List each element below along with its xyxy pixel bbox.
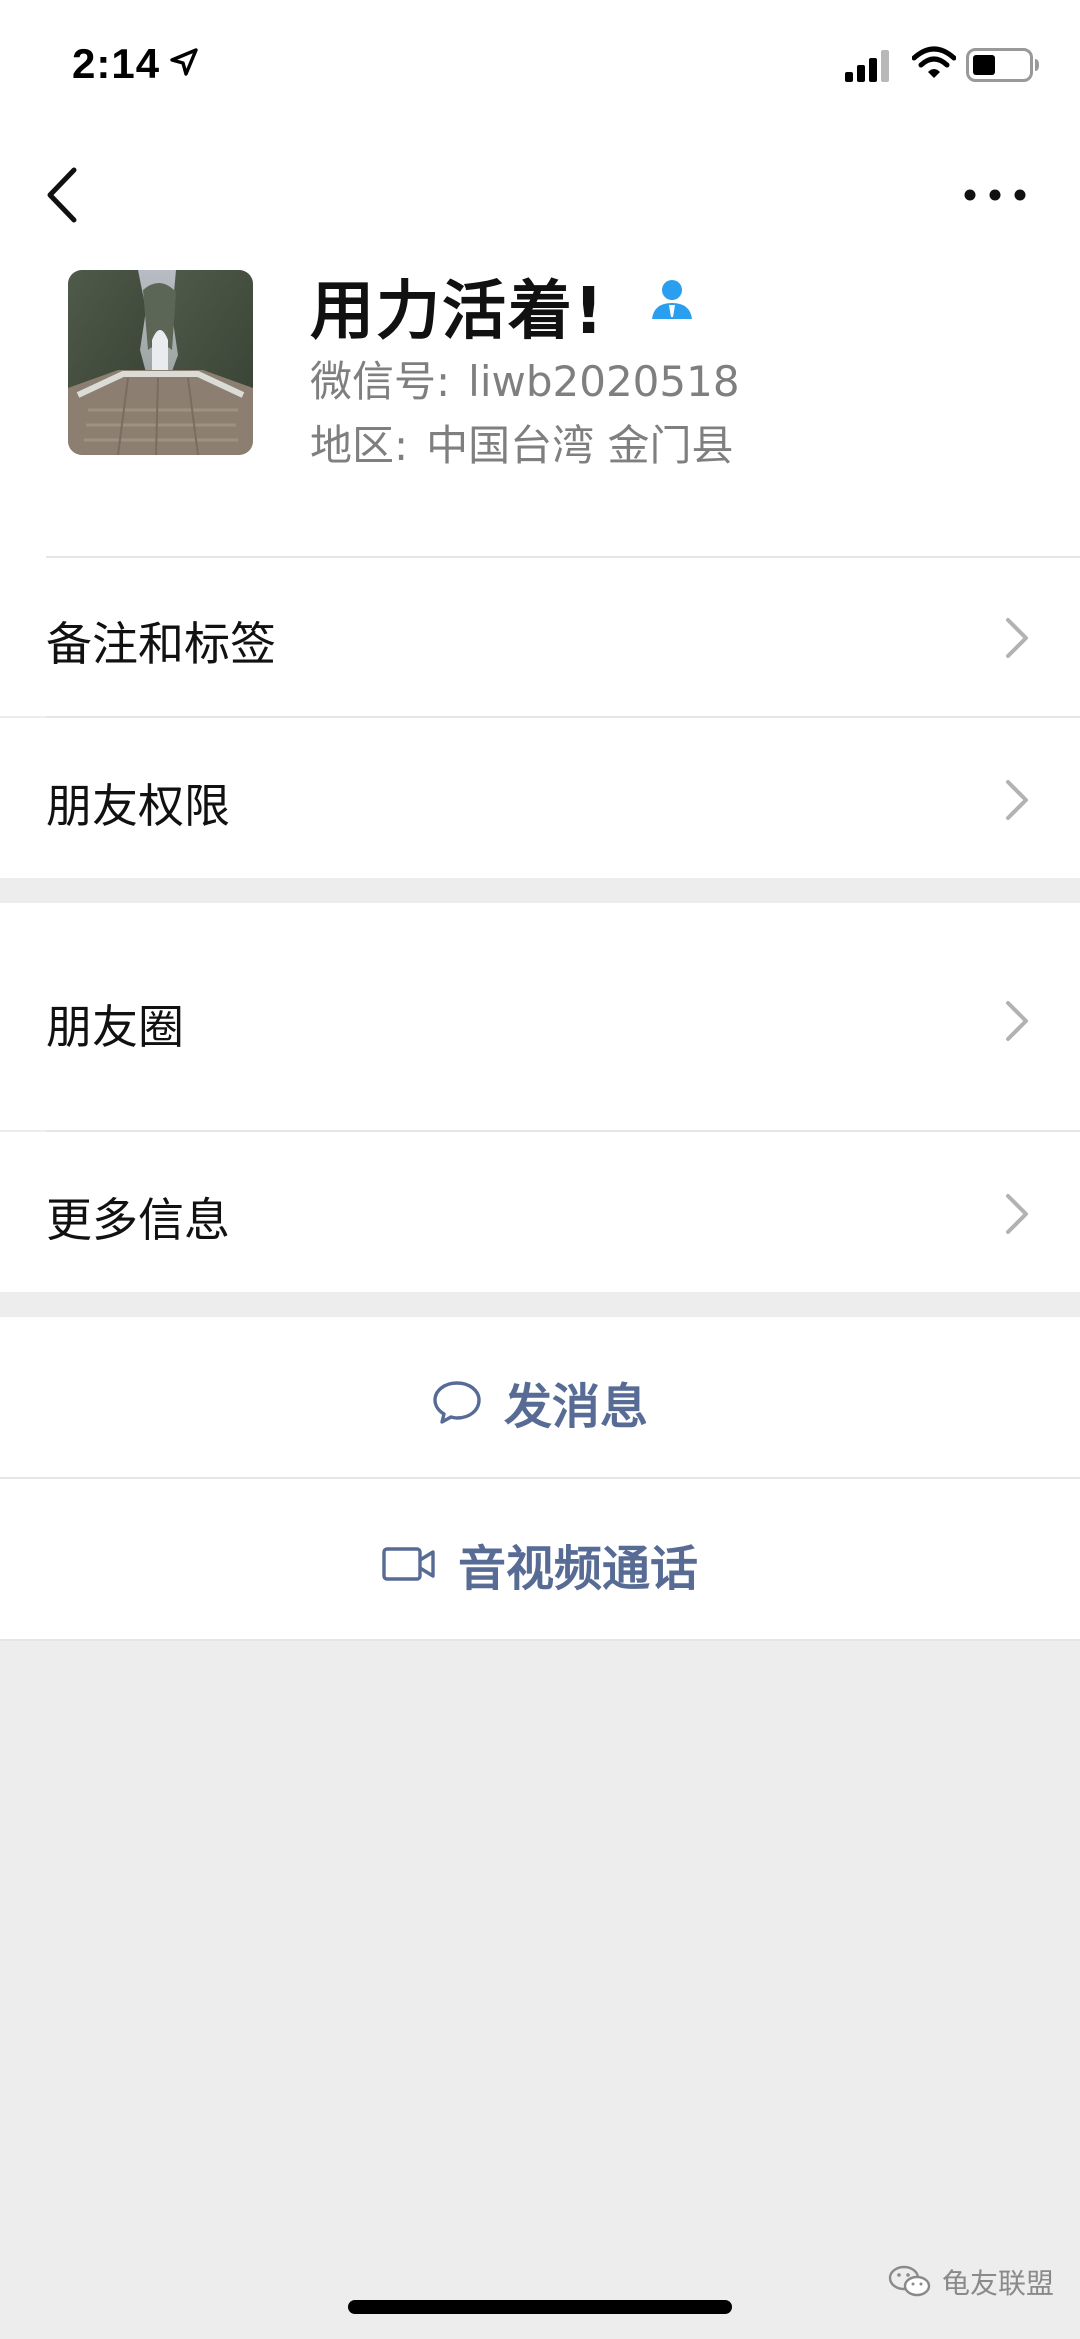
video-camera-icon [382, 1547, 435, 1581]
cellular-signal-icon [845, 50, 889, 82]
region-label: 地区: [310, 421, 409, 470]
send-message-button[interactable]: 发消息 [0, 1317, 1080, 1477]
home-indicator[interactable] [348, 2300, 732, 2314]
contact-person-icon [652, 280, 692, 319]
menu-item-moments[interactable]: 朋友圈 [0, 903, 1080, 1130]
status-time: 2:14 [72, 40, 161, 87]
video-call-button[interactable]: 音视频通话 [0, 1479, 1080, 1639]
profile-header: 用力活着! 微信号: liwb2020518 地区: 中国台湾 金门县 [0, 260, 1080, 480]
region: 地区: 中国台湾 金门县 [310, 412, 734, 473]
profile-name: 用力活着! [310, 275, 606, 349]
chevron-right-icon [1006, 618, 1028, 658]
menu-item-more-info[interactable]: 更多信息 [0, 1132, 1080, 1292]
wechat-id-value: liwb2020518 [468, 357, 740, 406]
chevron-right-icon [1006, 1001, 1028, 1041]
chevron-right-icon [1006, 780, 1028, 820]
chat-bubble-icon [433, 1381, 481, 1424]
nav-bar [0, 140, 1080, 240]
wifi-icon [912, 46, 956, 78]
status-bar: 2:14 [0, 0, 1080, 130]
wechat-id: 微信号: liwb2020518 [310, 348, 740, 409]
menu-item-label: 备注和标签 [46, 617, 276, 671]
watermark: 龟友联盟 [888, 2262, 1054, 2302]
menu-item-label: 朋友权限 [46, 779, 230, 833]
region-value: 中国台湾 金门县 [426, 421, 734, 470]
location-arrow-icon [170, 48, 198, 76]
video-call-label: 音视频通话 [457, 1541, 698, 1597]
avatar[interactable] [68, 270, 253, 455]
back-button[interactable] [40, 160, 90, 230]
battery-icon [966, 48, 1039, 82]
menu-item-label: 朋友圈 [46, 1000, 184, 1054]
chevron-right-icon [1006, 1194, 1028, 1234]
send-message-label: 发消息 [503, 1379, 648, 1435]
divider [0, 1639, 1080, 1641]
menu-item-remarks-tags[interactable]: 备注和标签 [0, 558, 1080, 716]
watermark-text: 龟友联盟 [942, 2267, 1055, 2300]
more-options-button[interactable] [960, 180, 1030, 210]
wechat-id-label: 微信号: [310, 357, 451, 406]
menu-item-label: 更多信息 [46, 1193, 230, 1247]
wechat-logo-icon [888, 2265, 931, 2297]
menu-item-friend-permissions[interactable]: 朋友权限 [0, 718, 1080, 878]
